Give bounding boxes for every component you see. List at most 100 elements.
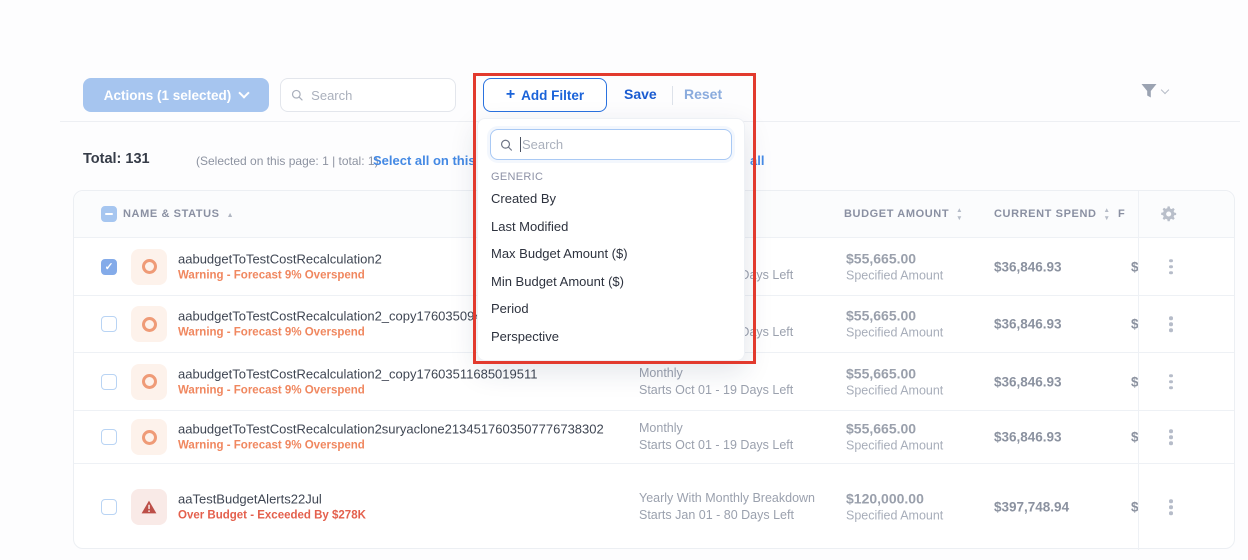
budget-name-status: aaTestBudgetAlerts22Jul Over Budget - Ex…	[178, 491, 366, 524]
column-settings-button[interactable]	[1160, 206, 1177, 223]
over-budget-alert-icon	[141, 500, 157, 514]
budget-status-text: Warning - Forecast 9% Overspend	[178, 325, 482, 341]
total-count-label: Total: 131	[83, 151, 150, 167]
search-icon	[500, 138, 513, 152]
clipped-forecast-value: $	[1131, 374, 1138, 389]
filter-option-created-by[interactable]: Created By	[478, 185, 744, 213]
filter-options-list: Created ByLast ModifiedMax Budget Amount…	[478, 185, 744, 350]
filter-search-input[interactable]	[522, 137, 722, 152]
table-row[interactable]: aaTestBudgetAlerts22Jul Over Budget - Ex…	[74, 464, 1234, 550]
chevron-down-icon	[239, 87, 250, 98]
budget-amount-value: $55,665.00	[846, 307, 943, 325]
select-all-checkbox[interactable]	[101, 206, 117, 222]
budget-period: Monthly Starts Oct 01 - 19 Days Left	[639, 420, 793, 454]
row-menu-button[interactable]	[1165, 495, 1177, 519]
clipped-forecast-value: $	[1131, 317, 1138, 332]
row-checkbox[interactable]	[101, 259, 117, 275]
sort-icon	[1104, 206, 1111, 222]
pinned-column-divider	[1138, 191, 1139, 237]
filter-search[interactable]	[490, 129, 732, 160]
row-menu-button[interactable]	[1165, 425, 1177, 449]
budget-status-text: Warning - Forecast 9% Overspend	[178, 438, 604, 454]
budget-amount-type: Specified Amount	[846, 325, 943, 342]
budget-amount: $55,665.00 Specified Amount	[846, 420, 943, 455]
pinned-column-divider	[1138, 296, 1139, 352]
save-button[interactable]: Save	[624, 86, 657, 102]
table-row[interactable]: aabudgetToTestCostRecalculation2suryaclo…	[74, 411, 1234, 464]
budget-status-icon	[131, 489, 167, 525]
column-header-current-spend[interactable]: CURRENT SPEND	[994, 206, 1111, 222]
column-header-name-status[interactable]: NAME & STATUS	[123, 208, 234, 220]
text-cursor	[520, 137, 521, 152]
filter-section-label: GENERIC	[491, 171, 543, 183]
budget-name: aabudgetToTestCostRecalculation2_copy176…	[178, 308, 482, 325]
budget-name-status: aabudgetToTestCostRecalculation2suryaclo…	[178, 421, 604, 454]
gear-icon	[1160, 206, 1177, 223]
filter-option-max-budget-amount[interactable]: Max Budget Amount ($)	[478, 240, 744, 268]
actions-dropdown-button[interactable]: Actions (1 selected)	[83, 78, 269, 112]
current-spend-value: $36,846.93	[994, 259, 1062, 274]
budget-status-text: Warning - Forecast 9% Overspend	[178, 382, 537, 398]
budget-amount: $55,665.00 Specified Amount	[846, 307, 943, 342]
period-type: Monthly	[639, 365, 793, 382]
filter-option-period[interactable]: Period	[478, 295, 744, 323]
budget-name-status: aabudgetToTestCostRecalculation2 Warning…	[178, 250, 382, 283]
period-type: Yearly With Monthly Breakdown	[639, 490, 815, 507]
row-checkbox[interactable]	[101, 429, 117, 445]
filter-option-min-budget-amount[interactable]: Min Budget Amount ($)	[478, 268, 744, 296]
sort-icon	[956, 206, 963, 222]
budget-status-icon	[131, 306, 167, 342]
table-row[interactable]: aabudgetToTestCostRecalculation2_copy176…	[74, 353, 1234, 411]
budget-name: aaTestBudgetAlerts22Jul	[178, 491, 366, 508]
budget-status-icon	[131, 249, 167, 285]
filter-option-last-modified[interactable]: Last Modified	[478, 213, 744, 241]
budget-status-text: Over Budget - Exceeded By $278K	[178, 508, 366, 524]
row-checkbox[interactable]	[101, 374, 117, 390]
reset-button[interactable]: Reset	[684, 86, 722, 102]
budget-amount-type: Specified Amount	[846, 508, 943, 525]
budget-status-icon	[131, 364, 167, 400]
filter-funnel-button[interactable]	[1140, 83, 1168, 99]
row-menu-button[interactable]	[1165, 255, 1177, 279]
budget-amount-value: $55,665.00	[846, 249, 943, 267]
warning-circle-icon	[142, 430, 157, 445]
budget-status-text: Warning - Forecast 9% Overspend	[178, 267, 382, 283]
actions-dropdown-label: Actions (1 selected)	[104, 88, 232, 103]
select-all-link-fragment[interactable]: all	[750, 153, 764, 168]
toolbar-search-input[interactable]	[311, 88, 445, 103]
filter-dropdown-panel: GENERIC Created ByLast ModifiedMax Budge…	[477, 118, 745, 361]
row-checkbox[interactable]	[101, 316, 117, 332]
budget-amount-value: $55,665.00	[846, 420, 943, 438]
budget-name-status: aabudgetToTestCostRecalculation2_copy176…	[178, 365, 537, 398]
warning-circle-icon	[142, 317, 157, 332]
plus-icon	[506, 86, 515, 104]
budget-name: aabudgetToTestCostRecalculation2_copy176…	[178, 365, 537, 382]
column-header-clipped[interactable]: F	[1118, 208, 1125, 220]
add-filter-label: Add Filter	[521, 88, 584, 103]
warning-circle-icon	[142, 374, 157, 389]
select-all-link[interactable]: Select all on this	[373, 153, 476, 168]
add-filter-button[interactable]: Add Filter	[483, 78, 607, 112]
current-spend-value: $397,748.94	[994, 500, 1069, 515]
toolbar-search[interactable]	[280, 78, 456, 112]
current-spend-value: $36,846.93	[994, 430, 1062, 445]
row-checkbox[interactable]	[101, 499, 117, 515]
current-spend-value: $36,846.93	[994, 374, 1062, 389]
budget-amount: $55,665.00 Specified Amount	[846, 249, 943, 284]
budget-amount-type: Specified Amount	[846, 382, 943, 399]
clipped-forecast-value: $	[1131, 500, 1138, 515]
budget-period: Yearly With Monthly Breakdown Starts Jan…	[639, 490, 815, 524]
save-reset-divider	[672, 86, 673, 105]
budget-amount-value: $120,000.00	[846, 490, 943, 508]
budget-name: aabudgetToTestCostRecalculation2suryaclo…	[178, 421, 604, 438]
filter-option-perspective[interactable]: Perspective	[478, 323, 744, 351]
column-header-budget-amount[interactable]: BUDGET AMOUNT	[844, 206, 963, 222]
period-type: Monthly	[639, 420, 793, 437]
clipped-forecast-value: $	[1131, 430, 1138, 445]
warning-circle-icon	[142, 259, 157, 274]
budget-status-icon	[131, 419, 167, 455]
pinned-column-divider	[1138, 238, 1139, 295]
row-menu-button[interactable]	[1165, 312, 1177, 336]
pinned-column-divider	[1138, 411, 1139, 463]
row-menu-button[interactable]	[1165, 370, 1177, 394]
